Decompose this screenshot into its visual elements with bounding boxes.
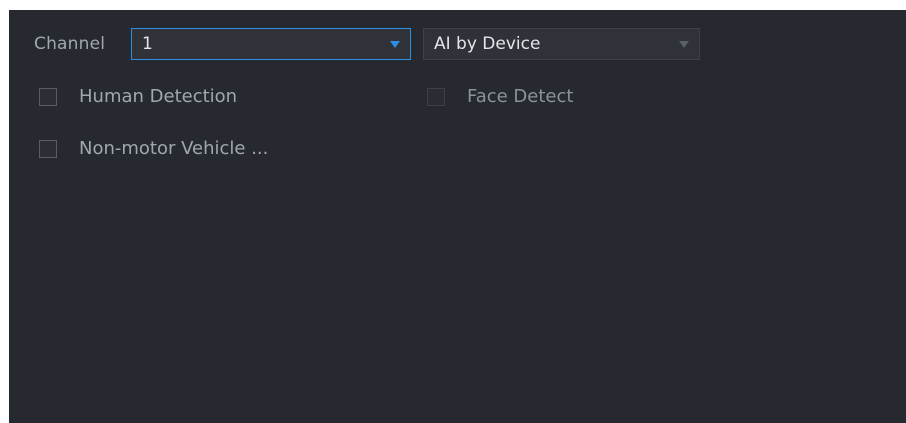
caret-down-icon (679, 41, 689, 48)
option-label: Non-motor Vehicle ... (79, 138, 269, 159)
checkbox-unchecked-icon[interactable] (39, 88, 57, 106)
ai-settings-panel: Channel 1 AI by Device Human Detection F… (9, 10, 906, 423)
ai-mode-select-value: AI by Device (434, 34, 541, 54)
filter-row: Channel 1 AI by Device (9, 28, 906, 62)
caret-down-icon (390, 41, 400, 48)
channel-label: Channel (34, 34, 106, 54)
channel-select[interactable]: 1 (131, 28, 411, 60)
ai-mode-select[interactable]: AI by Device (423, 28, 700, 60)
checkbox-unchecked-icon (427, 88, 445, 106)
channel-select-value: 1 (142, 34, 153, 54)
checkbox-unchecked-icon[interactable] (39, 140, 57, 158)
option-label: Face Detect (467, 86, 574, 107)
option-label: Human Detection (79, 86, 238, 107)
